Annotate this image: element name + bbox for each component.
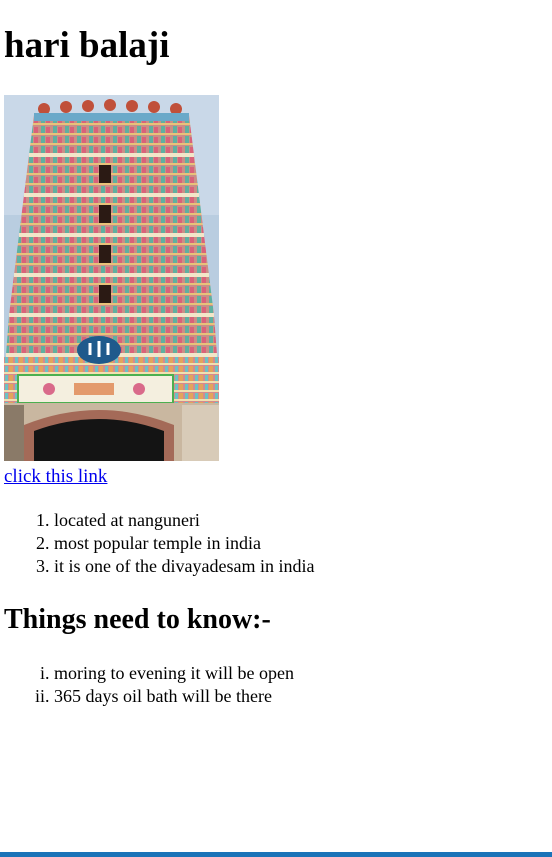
bottom-bar [0, 852, 552, 857]
list-item: 365 days oil bath will be there [54, 685, 294, 708]
page-title: hari balaji [4, 25, 170, 66]
list-item: located at nanguneri [54, 509, 314, 532]
temple-link[interactable]: click this link [4, 466, 107, 488]
temple-image [4, 95, 219, 461]
temple-facts-list: located at nanguneri most popular temple… [0, 509, 314, 578]
list-item: most popular temple in india [54, 532, 314, 555]
list-item: moring to evening it will be open [54, 662, 294, 685]
things-to-know-list: moring to evening it will be open 365 da… [0, 662, 294, 708]
list-item: it is one of the divayadesam in india [54, 555, 314, 578]
section-heading: Things need to know:- [4, 604, 271, 635]
page: hari balaji click this link 1. located a… [0, 0, 552, 857]
